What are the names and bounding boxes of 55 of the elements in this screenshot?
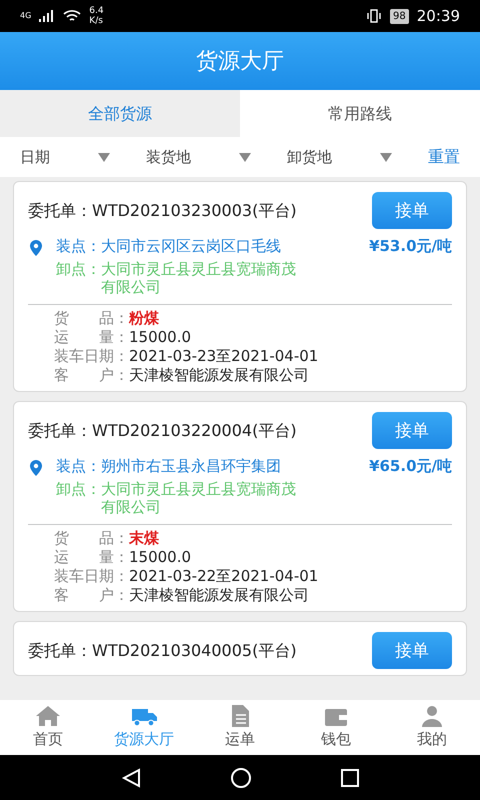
battery-level: 98 bbox=[390, 8, 409, 24]
unload-address: 大同市灵丘县灵丘县宽瑞商茂有限公司 bbox=[101, 480, 297, 516]
detail-value: 天津棱智能源发展有限公司 bbox=[129, 366, 309, 385]
load-address: 朔州市右玉县永昌环宇集团 bbox=[101, 457, 282, 475]
home-icon bbox=[34, 704, 62, 728]
nav-tab[interactable]: 我的 bbox=[384, 700, 480, 755]
network-label: 4G bbox=[20, 10, 32, 22]
detail-value: 天津棱智能源发展有限公司 bbox=[129, 586, 309, 605]
detail-value: 2021-03-22至2021-04-01 bbox=[129, 567, 318, 586]
tab[interactable]: 全部货源 bbox=[0, 90, 240, 137]
recent-apps-icon[interactable] bbox=[340, 768, 360, 788]
network-speed: 6.4 K/s bbox=[89, 6, 105, 26]
order-title: 委托单：WTD202103230003(平台) bbox=[28, 202, 297, 220]
location-pin-icon bbox=[30, 460, 42, 476]
order-title: 委托单：WTD202103220004(平台) bbox=[28, 422, 297, 440]
reset-button[interactable]: 重置 bbox=[428, 145, 460, 169]
home-icon[interactable] bbox=[230, 766, 252, 788]
wifi-icon bbox=[63, 10, 82, 22]
detail-value: 15000.0 bbox=[129, 548, 192, 567]
detail-label: 装车日期： bbox=[54, 347, 129, 366]
clock: 20:39 bbox=[416, 6, 460, 27]
order-title: 委托单：WTD202103040005(平台) bbox=[28, 642, 297, 660]
unload-label: 卸点： bbox=[56, 260, 101, 278]
detail-value: 粉煤 bbox=[129, 309, 159, 328]
page-title: 货源大厅 bbox=[196, 48, 284, 76]
dropdown-caret-icon[interactable] bbox=[380, 152, 392, 162]
back-icon[interactable] bbox=[120, 766, 142, 788]
filter-dropdown[interactable]: 卸货地 bbox=[287, 146, 332, 168]
dropdown-caret-icon[interactable] bbox=[239, 152, 251, 162]
filter-dropdown[interactable]: 装货地 bbox=[146, 146, 191, 168]
load-address: 大同市云冈区云岗区口毛线 bbox=[101, 237, 282, 255]
detail-label: 装车日期： bbox=[54, 567, 129, 586]
nav-tab[interactable]: 钱包 bbox=[288, 700, 384, 755]
nav-tab[interactable]: 运单 bbox=[192, 700, 288, 755]
detail-label: 运 量： bbox=[54, 548, 129, 567]
detail-label: 客 户： bbox=[54, 366, 129, 385]
detail-label: 货 品： bbox=[54, 309, 129, 328]
load-label: 装点： bbox=[56, 237, 101, 255]
detail-label: 运 量： bbox=[54, 328, 129, 347]
detail-value: 末煤 bbox=[129, 529, 159, 548]
detail-label: 客 户： bbox=[54, 586, 129, 605]
detail-value: 15000.0 bbox=[129, 328, 192, 347]
signal-icon bbox=[39, 10, 56, 22]
price: ¥53.0元/吨 bbox=[369, 237, 452, 255]
location-pin-icon bbox=[30, 240, 42, 256]
detail-label: 货 品： bbox=[54, 529, 129, 548]
unload-address: 大同市灵丘县灵丘县宽瑞商茂有限公司 bbox=[101, 260, 297, 296]
load-label: 装点： bbox=[56, 457, 101, 475]
price: ¥65.0元/吨 bbox=[369, 457, 452, 475]
vibrate-icon bbox=[366, 9, 382, 23]
detail-value: 2021-03-23至2021-04-01 bbox=[129, 347, 318, 366]
dropdown-caret-icon[interactable] bbox=[98, 152, 110, 162]
nav-tab[interactable]: 首页 bbox=[0, 700, 96, 755]
filter-dropdown[interactable]: 日期 bbox=[20, 146, 50, 168]
unload-label: 卸点： bbox=[56, 480, 101, 498]
